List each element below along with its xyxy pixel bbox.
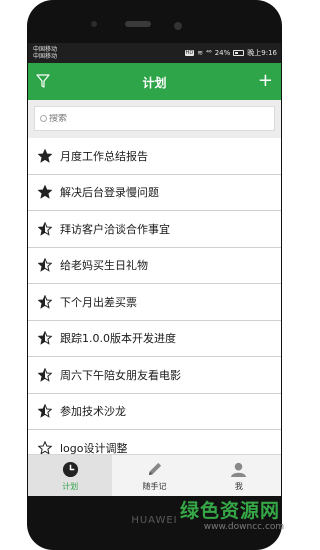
carrier-1: 中国移动 (33, 46, 58, 53)
plan-item[interactable]: 月度工作总结报告 (28, 138, 281, 175)
star-half-icon (38, 258, 52, 272)
proximity-sensor (91, 21, 97, 27)
tab-label-plan: 计划 (62, 481, 79, 491)
plan-title: 解决后台登录慢问题 (60, 186, 159, 200)
app-screen: 中国移动 中国移动 HD ≋ ⁴⁶ 24% 晚上9:16 计划 + 月度工作总结… (28, 43, 281, 496)
star-filled-icon (38, 148, 52, 163)
plan-title: 跟踪1.0.0版本开发进度 (60, 332, 176, 346)
star-filled-icon (38, 185, 52, 199)
plan-title: 下个月出差买票 (60, 295, 137, 309)
search-box[interactable] (34, 106, 275, 131)
carrier-2: 中国移动 (33, 53, 58, 60)
page-title: 计划 (142, 76, 167, 90)
hd-badge: HD (184, 50, 195, 56)
carrier-info: 中国移动 中国移动 (33, 46, 57, 60)
star-outline-icon (38, 440, 52, 455)
tab-label-notes: 随手记 (142, 481, 167, 491)
plan-item[interactable]: 解决后台登录慢问题 (28, 175, 281, 211)
plan-item[interactable]: 下个月出差买票 (28, 284, 281, 321)
plan-item[interactable]: 拜访客户洽谈合作事宜 (28, 211, 281, 248)
battery-percent: 24% (214, 49, 231, 57)
battery-icon (233, 50, 245, 56)
status-right: HD ≋ ⁴⁶ 24% 晚上9:16 (184, 48, 277, 58)
front-camera (174, 22, 182, 30)
watermark-name: 绿色资源网 (180, 500, 281, 522)
signal-icon: ⁴⁶ (206, 49, 212, 57)
wifi-icon: ≋ (197, 49, 204, 57)
tab-plan[interactable]: 计划 (28, 455, 113, 496)
bottom-tab-bar: 计划 随手记 我 (28, 454, 281, 496)
star-half-icon (38, 404, 52, 418)
plan-title: 给老妈买生日礼物 (60, 259, 148, 273)
pen-icon (148, 462, 162, 475)
site-watermark: 绿色资源网 www.downcc.com (180, 500, 308, 532)
plan-item[interactable]: 跟踪1.0.0版本开发进度 (28, 321, 281, 357)
plan-item[interactable]: 周六下午陪女朋友看电影 (28, 357, 281, 394)
search-input[interactable] (49, 113, 249, 124)
star-half-icon (38, 331, 52, 345)
status-bar: 中国移动 中国移动 HD ≋ ⁴⁶ 24% 晚上9:16 (28, 43, 281, 63)
search-icon (40, 115, 47, 122)
title-bar: 计划 + (28, 63, 281, 100)
plan-title: 拜访客户洽谈合作事宜 (60, 222, 170, 236)
star-half-icon (38, 221, 52, 236)
plan-item[interactable]: 参加技术沙龙 (28, 394, 281, 430)
tab-notes[interactable]: 随手记 (112, 455, 196, 496)
star-half-icon (38, 294, 52, 309)
clock-time: 晚上9:16 (247, 49, 277, 57)
plan-item[interactable]: 给老妈买生日礼物 (28, 248, 281, 284)
clock-icon (62, 461, 78, 477)
star-half-icon (38, 367, 52, 382)
tab-label-me: 我 (234, 481, 243, 491)
plan-title: 周六下午陪女朋友看电影 (60, 368, 181, 382)
tab-me[interactable]: 我 (197, 455, 281, 496)
plan-title: 月度工作总结报告 (60, 149, 148, 163)
watermark-url: www.downcc.com (203, 522, 285, 532)
earpiece-speaker (125, 21, 151, 27)
search-bar (28, 100, 281, 138)
plan-title: 参加技术沙龙 (60, 405, 126, 419)
add-plan-button[interactable]: + (258, 69, 273, 93)
user-icon (231, 462, 247, 477)
plan-list: 月度工作总结报告 解决后台登录慢问题 拜访客户洽谈合作事宜 给老妈买生日礼物 下个月出差… (28, 138, 281, 467)
